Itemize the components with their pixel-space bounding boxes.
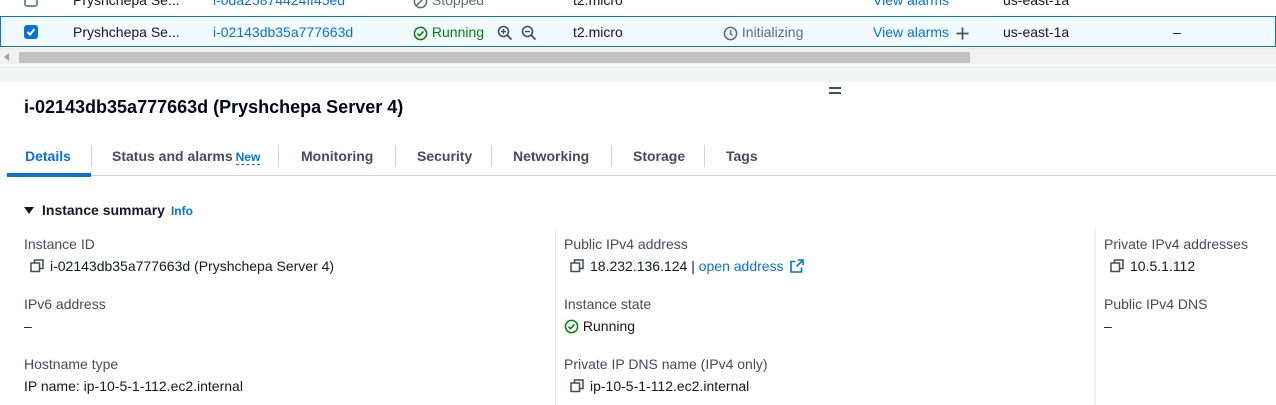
ipv6-value: – — [24, 318, 32, 334]
copy-icon[interactable] — [570, 259, 584, 273]
hostname-type-value: IP name: ip-10-5-1-112.ec2.internal — [24, 378, 243, 394]
instances-table: Pryshchepa Se... i-0da25874424ff45ed Sto… — [0, 0, 1276, 66]
horizontal-scrollbar[interactable] — [0, 48, 1276, 65]
tab-divider — [395, 145, 396, 167]
tab-label: Status and alarms — [112, 148, 233, 164]
running-check-icon — [564, 319, 579, 334]
private-ipv4-label: Private IPv4 addresses — [1104, 236, 1248, 252]
tab-divider — [611, 145, 612, 167]
row-name: Pryshchepa Se... — [73, 24, 180, 40]
tab-divider — [704, 145, 705, 167]
row-instance-id-link[interactable]: i-02143db35a777663d — [213, 17, 353, 47]
table-row-selected[interactable]: Pryshchepa Se... i-02143db35a777663d Run… — [0, 16, 1276, 47]
instance-state-value: Running — [564, 318, 635, 334]
public-dns-value: – — [1104, 318, 1112, 334]
tab-label: Monitoring — [301, 148, 374, 164]
row-checkbox[interactable] — [24, 0, 38, 7]
private-ipv4-value: 10.5.1.112 — [1110, 258, 1195, 274]
row-state-label: Running — [431, 24, 485, 40]
instance-id-value: i-02143db35a777663d (Pryshchepa Server 4… — [30, 258, 334, 274]
running-check-icon — [413, 26, 428, 41]
row-view-alarms-link[interactable]: View alarms — [873, 0, 949, 16]
row-view-alarms-link[interactable]: View alarms — [873, 17, 949, 47]
scroll-left-arrow-icon[interactable] — [4, 53, 9, 61]
tab-divider — [278, 145, 279, 167]
instance-summary-title: Instance summary — [42, 202, 165, 218]
column-divider — [1095, 228, 1096, 405]
instance-state-label: Instance state — [564, 296, 652, 312]
zoom-out-button[interactable] — [521, 17, 537, 47]
row-az: us-east-1a — [1003, 24, 1070, 40]
row-checkbox[interactable] — [24, 25, 38, 39]
tab-monitoring[interactable]: Monitoring — [301, 138, 373, 176]
row-instance-id-link[interactable]: i-0da25874424ff45ed — [213, 0, 373, 16]
private-dns-value: ip-10-5-1-112.ec2.internal — [570, 378, 749, 394]
row-public-dns: – — [1173, 24, 1181, 40]
instance-id-label: Instance ID — [24, 236, 95, 252]
tab-divider — [491, 145, 492, 167]
instance-summary-header[interactable]: Instance summary Info — [24, 202, 193, 218]
checkbox-checked-icon — [26, 28, 36, 36]
public-ipv4-text: 18.232.136.124 | — [590, 258, 695, 274]
split-panel-divider[interactable] — [0, 66, 1276, 82]
plus-icon — [956, 27, 969, 40]
drag-handle-icon[interactable] — [829, 87, 841, 94]
table-row[interactable]: Pryshchepa Se... i-0da25874424ff45ed Sto… — [0, 0, 1276, 16]
instance-state-text: Running — [582, 318, 636, 334]
tab-security[interactable]: Security — [417, 138, 472, 176]
column-divider — [555, 228, 556, 405]
tab-storage[interactable]: Storage — [633, 138, 685, 176]
tab-networking[interactable]: Networking — [513, 138, 589, 176]
open-address-link[interactable]: open address — [699, 258, 784, 274]
info-link[interactable]: Info — [171, 204, 193, 218]
public-ipv4-label: Public IPv4 address — [564, 236, 688, 252]
ipv6-label: IPv6 address — [24, 296, 106, 312]
instance-id-text: i-02143db35a777663d (Pryshchepa Server 4… — [50, 258, 335, 274]
tab-tags[interactable]: Tags — [726, 138, 758, 176]
row-instance-type: t2.micro — [573, 0, 623, 8]
row-status-check: Initializing — [723, 17, 803, 47]
tab-label: Tags — [726, 148, 758, 164]
copy-icon[interactable] — [30, 259, 44, 273]
zoom-in-button[interactable] — [497, 17, 513, 47]
private-ipv4-text: 10.5.1.112 — [1130, 258, 1196, 274]
caret-down-icon — [24, 207, 34, 214]
private-dns-label: Private IP DNS name (IPv4 only) — [564, 356, 768, 372]
zoom-out-icon — [521, 25, 537, 41]
tab-details[interactable]: Details — [7, 138, 91, 177]
row-az: us-east-1a — [1003, 0, 1070, 8]
external-link-icon[interactable] — [790, 259, 805, 273]
tab-label: Details — [25, 148, 71, 164]
row-status-check-label: Initializing — [741, 24, 804, 40]
row-instance-type: t2.micro — [573, 24, 623, 40]
tab-label: Storage — [633, 148, 686, 164]
copy-icon[interactable] — [1110, 259, 1124, 273]
tab-label: Security — [417, 148, 473, 164]
new-badge: New — [235, 150, 261, 165]
detail-title: i-02143db35a777663d (Pryshchepa Server 4… — [24, 97, 404, 117]
clock-icon — [723, 26, 738, 41]
tab-divider — [91, 145, 92, 167]
public-ipv4-value: 18.232.136.124 | open address — [570, 258, 805, 274]
scrollbar-thumb[interactable] — [19, 52, 970, 63]
public-dns-label: Public IPv4 DNS — [1104, 296, 1208, 312]
hostname-type-label: Hostname type — [24, 356, 119, 372]
add-alarm-button[interactable] — [955, 17, 970, 47]
private-dns-text: ip-10-5-1-112.ec2.internal — [590, 378, 750, 394]
row-state-label: Stopped — [431, 0, 485, 8]
tab-label: Networking — [513, 148, 590, 164]
detail-tabs: Details Status and alarms New Monitoring … — [6, 138, 1276, 177]
zoom-in-icon — [497, 25, 513, 41]
row-name: Pryshchepa Se... — [73, 0, 180, 8]
row-state: Stopped — [413, 0, 484, 16]
tab-status-and-alarms[interactable]: Status and alarms New — [112, 138, 261, 176]
stopped-icon — [413, 0, 428, 9]
copy-icon[interactable] — [570, 379, 584, 393]
row-state: Running — [413, 17, 484, 47]
